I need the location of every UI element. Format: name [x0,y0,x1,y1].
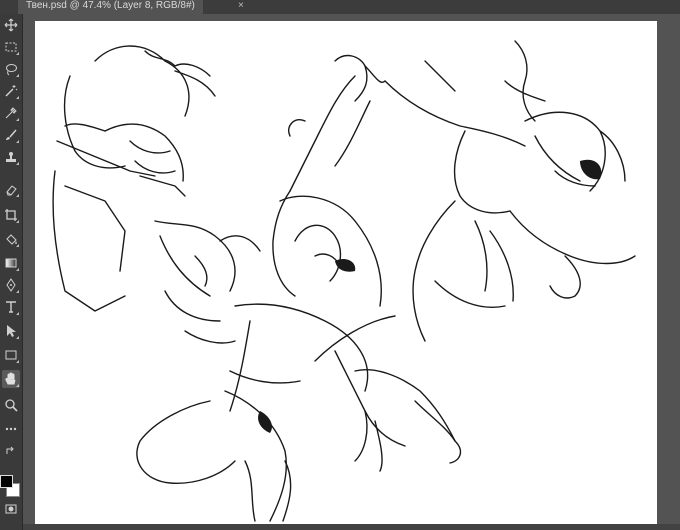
magic-wand-tool-button[interactable] [2,82,20,100]
paint-bucket-tool-button[interactable] [2,230,20,248]
brush-tool-button[interactable] [2,126,20,144]
lasso-tool-button[interactable] [2,60,20,78]
swap-colors-button[interactable] [2,442,20,460]
close-tab-icon[interactable]: × [238,0,244,12]
document-tab[interactable]: Твен.psd @ 47.4% (Layer 8, RGB/8#) [18,0,203,14]
rectangle-tool-button[interactable] [2,346,20,364]
hand-tool-button[interactable] [2,370,20,388]
marquee-tool-button[interactable] [2,38,20,56]
eraser-tool-button[interactable] [2,180,20,198]
tools-panel [0,14,23,530]
gradient-tool-button[interactable] [2,254,20,272]
swap-arrow-icon [6,446,14,454]
more-tools-icon [5,427,17,431]
quick-mask-button[interactable] [2,500,20,518]
stamp-tool-button[interactable] [2,148,20,166]
document-tab-title: Твен.psd @ 47.4% (Layer 8, RGB/8#) [26,0,195,11]
sketch-artwork [52,40,636,522]
move-tool-button[interactable] [2,16,20,34]
path-selection-tool-button[interactable] [2,322,20,340]
pen-tool-button[interactable] [2,276,20,294]
status-bar [23,524,680,530]
document-canvas[interactable] [35,21,657,530]
type-tool-button[interactable] [2,298,20,316]
more-tools-button[interactable] [2,420,20,438]
document-tab-bar: Твен.psd @ 47.4% (Layer 8, RGB/8#) × [0,0,680,14]
eyedropper-tool-button[interactable] [2,104,20,122]
zoom-icon [5,399,18,412]
move-icon [4,18,18,32]
crop-tool-button[interactable] [2,206,20,224]
quick-mask-icon [5,504,17,514]
foreground-color-swatch[interactable] [0,475,13,488]
zoom-tool-button[interactable] [2,396,20,414]
